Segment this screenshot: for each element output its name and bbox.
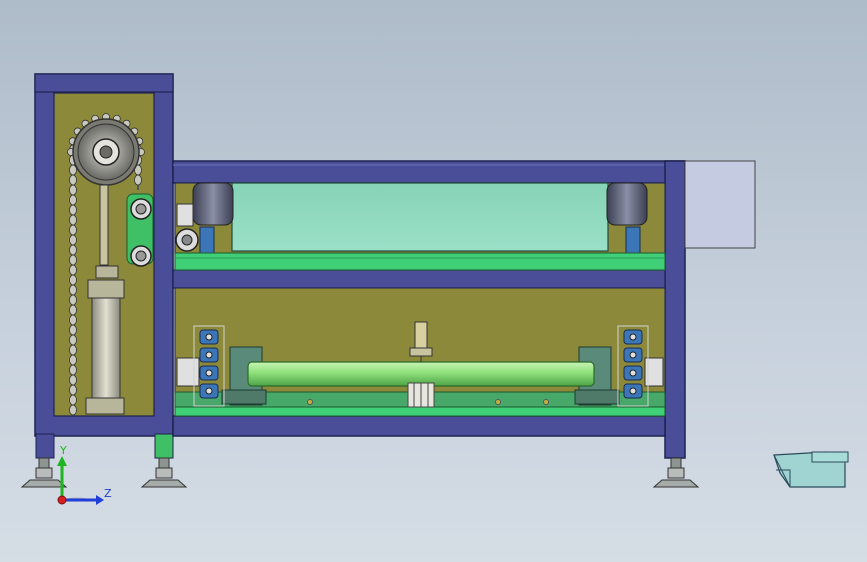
chain-link: [69, 334, 77, 346]
chain-link: [69, 274, 77, 286]
sprocket-hub: [629, 387, 637, 395]
chain-link: [69, 314, 77, 326]
upper-green-plate: [174, 252, 666, 271]
sprocket-hub: [205, 351, 213, 359]
chain-link: [69, 174, 77, 186]
chain-link: [69, 244, 77, 256]
chain-link: [69, 364, 77, 376]
sprocket-hub: [629, 333, 637, 341]
lower-shaft-section[interactable]: [174, 287, 666, 417]
chain-link: [69, 214, 77, 226]
chain-link: [69, 374, 77, 386]
chain-link: [69, 344, 77, 356]
chain-link: [69, 254, 77, 266]
chain-link: [69, 184, 77, 196]
leveling-feet: [20, 457, 700, 488]
foot-nut: [667, 467, 685, 479]
foot-pad: [140, 479, 188, 488]
z-axis-label: Z: [104, 487, 112, 500]
axis-triad[interactable]: Y Z: [57, 444, 112, 505]
foot-pad: [652, 479, 700, 488]
chain-link: [69, 324, 77, 336]
chain-link: [69, 404, 77, 416]
sprocket-hub: [629, 351, 637, 359]
lower-shaft: [247, 361, 595, 387]
chain-link: [69, 194, 77, 206]
chain-link: [69, 354, 77, 366]
sprocket-hub: [205, 369, 213, 377]
foot-pad: [20, 479, 68, 488]
chain-link: [69, 224, 77, 236]
chain-link: [69, 204, 77, 216]
chain-link: [69, 384, 77, 396]
chain-link: [69, 294, 77, 306]
foot-nut: [155, 467, 173, 479]
chain-link: [69, 394, 77, 406]
foot-pedal[interactable]: [773, 451, 849, 488]
upper-roller-section[interactable]: [174, 182, 666, 271]
chain-link: [69, 304, 77, 316]
foot-nut: [35, 467, 53, 479]
upper-roller: [231, 182, 609, 252]
motor-box[interactable]: [684, 160, 756, 249]
sprocket-hub: [205, 333, 213, 341]
chain-link: [69, 234, 77, 246]
chain-link: [69, 264, 77, 276]
y-axis-label: Y: [59, 444, 67, 457]
cad-viewport[interactable]: Y Z: [0, 0, 867, 562]
sprocket-hub: [629, 369, 637, 377]
chain-link: [69, 164, 77, 176]
sprocket-hub: [205, 387, 213, 395]
chain-link: [134, 174, 142, 186]
chain-link: [69, 284, 77, 296]
